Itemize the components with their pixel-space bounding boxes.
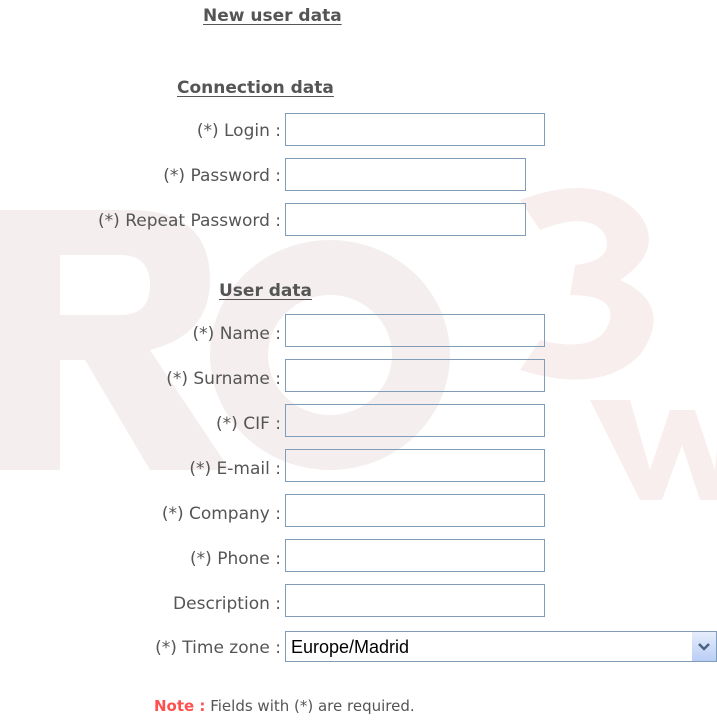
phone-input[interactable] bbox=[285, 539, 545, 572]
required-fields-note: Note : Fields with (*) are required. bbox=[154, 697, 415, 715]
note-text: Fields with (*) are required. bbox=[210, 697, 415, 715]
password-label: (*) Password : bbox=[163, 166, 281, 186]
chevron-down-icon[interactable] bbox=[692, 632, 716, 661]
company-label: (*) Company : bbox=[161, 504, 281, 524]
repeat-password-label: (*) Repeat Password : bbox=[98, 211, 281, 231]
section-title-connection: Connection data bbox=[177, 78, 334, 98]
phone-label: (*) Phone : bbox=[190, 549, 281, 569]
description-input[interactable] bbox=[285, 584, 545, 617]
login-input[interactable] bbox=[285, 113, 545, 146]
page-title: New user data bbox=[203, 6, 342, 26]
login-label: (*) Login : bbox=[196, 121, 281, 141]
timezone-selected-value: Europe/Madrid bbox=[291, 637, 410, 657]
surname-label: (*) Surname : bbox=[166, 369, 281, 389]
email-input[interactable] bbox=[285, 449, 545, 482]
section-title-user: User data bbox=[219, 281, 312, 301]
name-label: (*) Name : bbox=[192, 324, 281, 344]
timezone-select[interactable]: Europe/Madrid bbox=[285, 631, 717, 662]
timezone-label: (*) Time zone : bbox=[155, 638, 281, 658]
description-label: Description : bbox=[173, 594, 281, 614]
repeat-password-input[interactable] bbox=[285, 203, 526, 236]
company-input[interactable] bbox=[285, 494, 545, 527]
cif-label: (*) CIF : bbox=[216, 414, 281, 434]
password-input[interactable] bbox=[285, 158, 526, 191]
name-input[interactable] bbox=[285, 314, 545, 347]
email-label: (*) E-mail : bbox=[189, 459, 281, 479]
surname-input[interactable] bbox=[285, 359, 545, 392]
cif-input[interactable] bbox=[285, 404, 545, 437]
note-label: Note : bbox=[154, 697, 206, 715]
